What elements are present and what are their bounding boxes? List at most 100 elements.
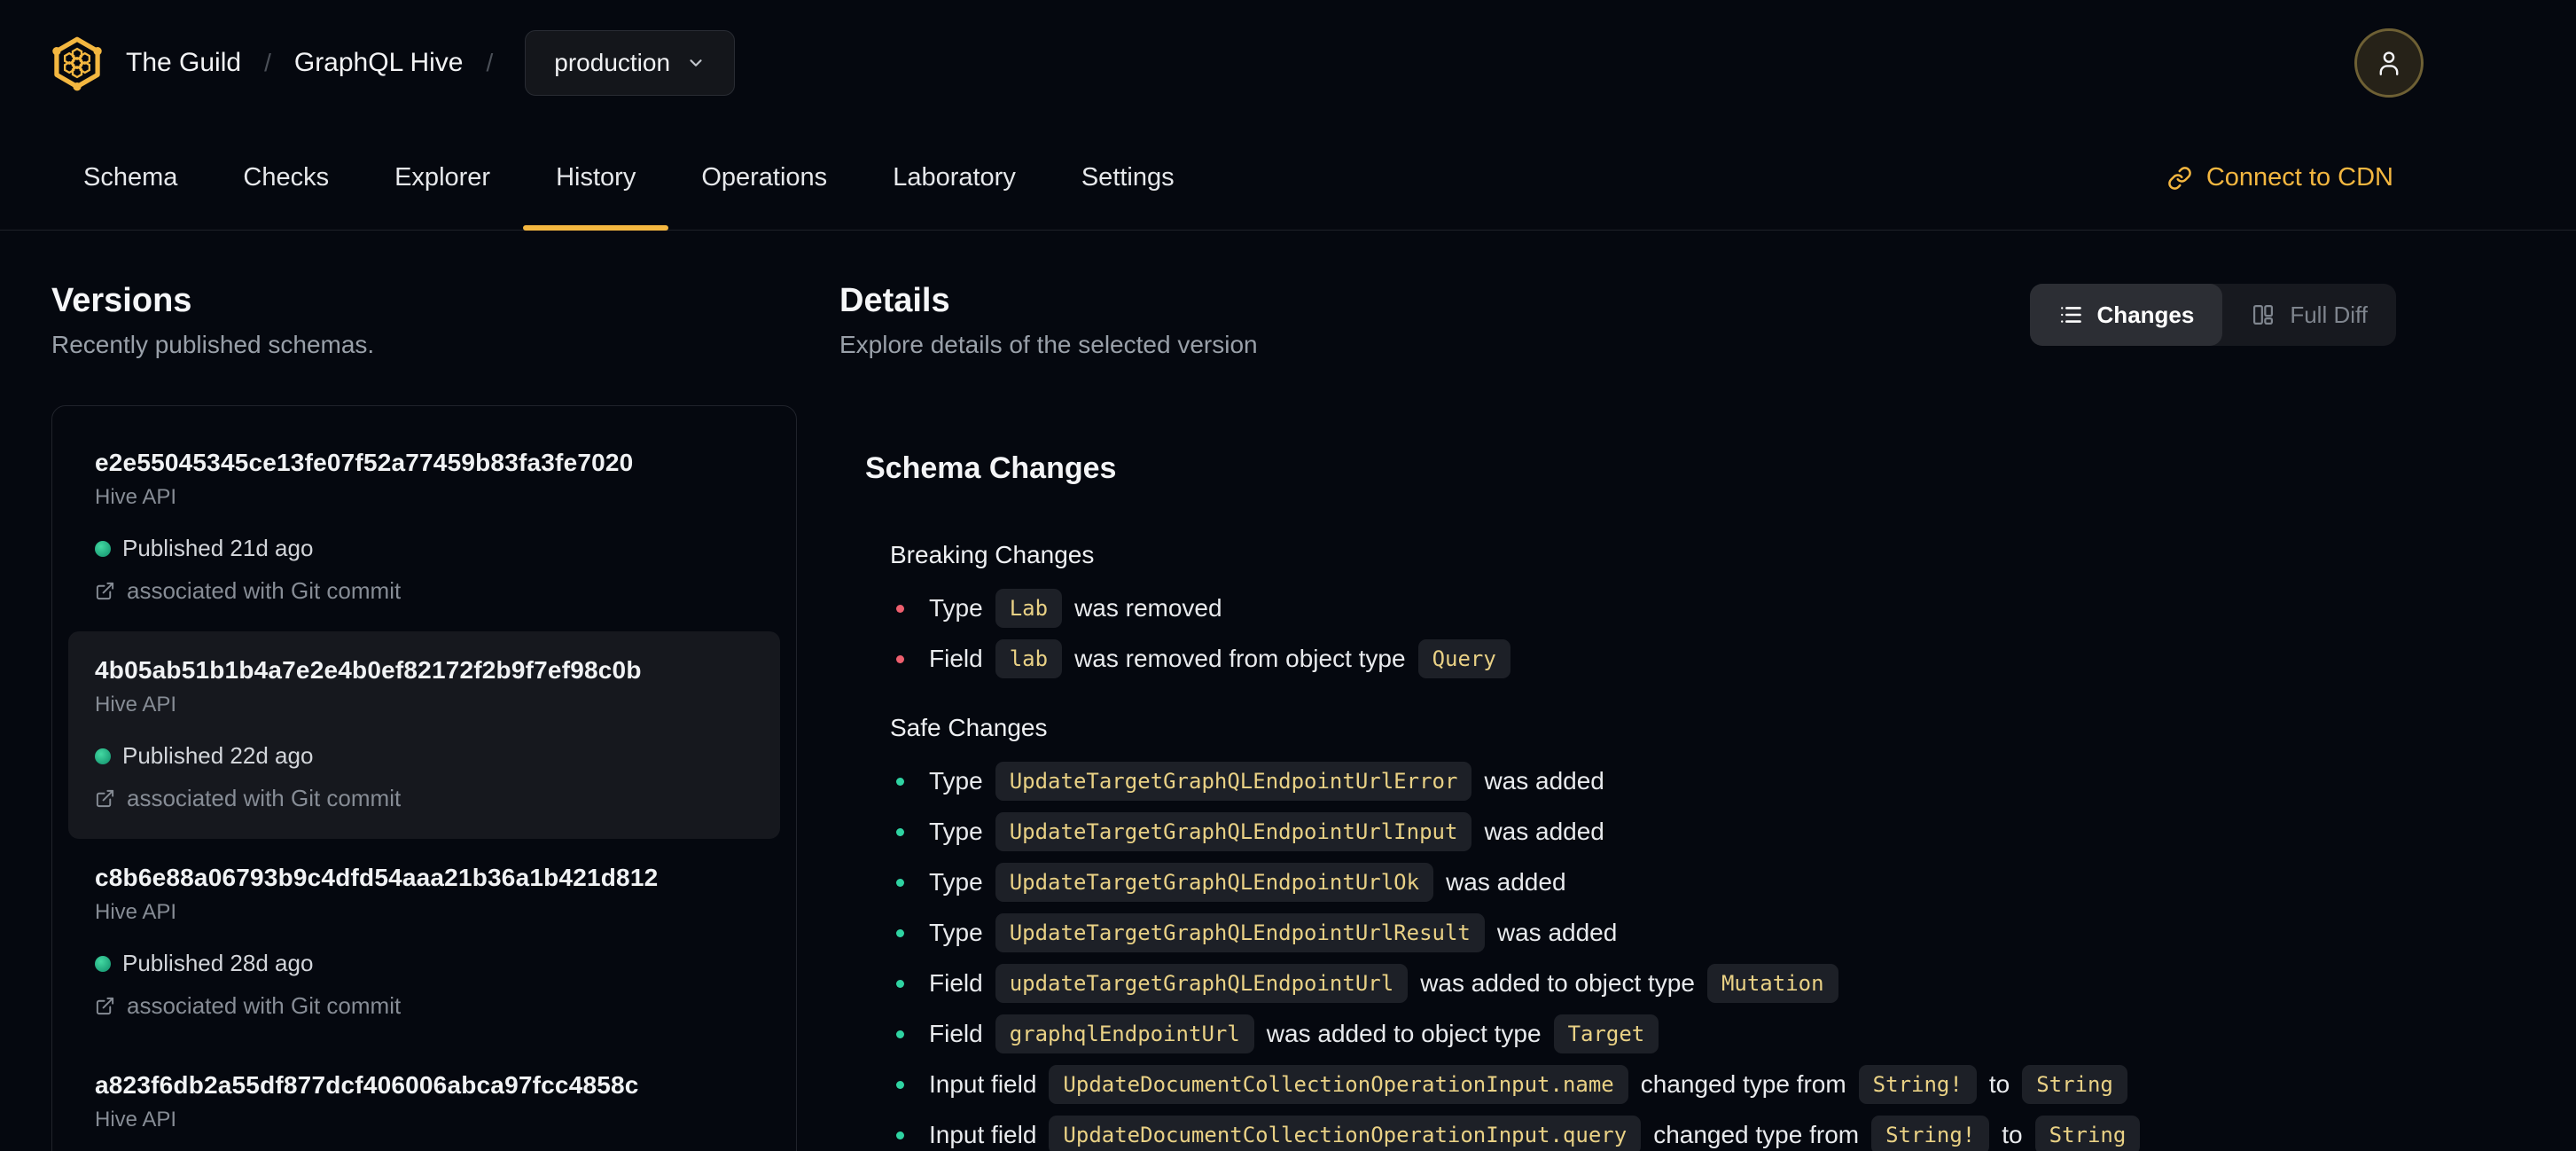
change-item: Type Lab was removed	[890, 589, 2576, 628]
change-text: Field	[929, 969, 983, 997]
code-chip: lab	[995, 639, 1063, 678]
change-text: was added	[1484, 767, 1604, 795]
breaking-changes-list: Type Lab was removed Field lab was removed fr…	[890, 589, 2576, 678]
versions-subtitle: Recently published schemas.	[51, 331, 375, 358]
bullet-icon	[896, 777, 904, 786]
code-chip: Mutation	[1706, 964, 1838, 1003]
external-link-icon	[96, 789, 114, 808]
safe-changes-list: Type UpdateTargetGraphQLEndpointUrlError w…	[890, 762, 2576, 1151]
version-item[interactable]: e2e55045345ce13fe07f52a77459b83fa3fe7020…	[68, 424, 780, 631]
code-chip: String	[2034, 1116, 2141, 1151]
full-diff-toggle-button[interactable]: Full Diff	[2222, 284, 2396, 346]
version-item[interactable]: c8b6e88a06793b9c4dfd54aaa21b36a1b421d812…	[68, 839, 780, 1046]
version-status: Published 22d ago	[95, 742, 753, 770]
code-chip: Lab	[995, 589, 1063, 628]
full-diff-toggle-label: Full Diff	[2290, 301, 2368, 328]
change-text: was added	[1446, 868, 1566, 896]
git-commit-link[interactable]: associated with Git commit	[95, 992, 753, 1020]
change-text: Type	[929, 868, 983, 896]
code-chip: UpdateDocumentCollectionOperationInput.n…	[1049, 1065, 1628, 1104]
versions-title: Versions	[51, 282, 192, 319]
change-text: was removed from object type	[1074, 645, 1406, 672]
details-title: Details	[839, 282, 950, 319]
published-status-dot	[95, 748, 111, 764]
external-link-icon	[96, 582, 114, 600]
git-commit-text: associated with Git commit	[127, 785, 402, 811]
bullet-icon	[896, 878, 904, 887]
change-text: changed type from	[1640, 1070, 1846, 1098]
published-status-dot	[95, 540, 111, 557]
tab-history[interactable]: History	[523, 126, 669, 231]
code-chip: UpdateTargetGraphQLEndpointUrlOk	[995, 863, 1434, 902]
change-text: to	[2002, 1121, 2023, 1148]
bullet-icon	[896, 604, 904, 613]
brand-row: The Guild / GraphQL Hive / production	[0, 0, 2576, 126]
changes-toggle-label: Changes	[2096, 301, 2195, 328]
code-chip: Target	[1553, 1014, 1659, 1053]
change-text: was added to object type	[1266, 1020, 1542, 1047]
target-select-value: production	[554, 49, 671, 76]
bullet-icon	[896, 1131, 904, 1139]
tab-explorer[interactable]: Explorer	[362, 126, 523, 230]
code-chip: UpdateTargetGraphQLEndpointUrlError	[995, 762, 1472, 801]
change-text: Field	[929, 1020, 983, 1047]
tab-settings[interactable]: Settings	[1049, 126, 1207, 230]
breadcrumb-separator: /	[486, 49, 494, 76]
tab-laboratory[interactable]: Laboratory	[860, 126, 1049, 230]
change-item: Input field UpdateDocumentCollectionOpera…	[890, 1116, 2576, 1151]
version-status: Published 21d ago	[95, 535, 753, 562]
target-select[interactable]: production	[525, 30, 736, 96]
project-link[interactable]: GraphQL Hive	[294, 48, 464, 78]
changes-toggle-button[interactable]: Changes	[2029, 284, 2223, 346]
git-commit-link[interactable]: associated with Git commit	[95, 785, 753, 812]
change-text: Type	[929, 594, 983, 622]
list-icon	[2060, 307, 2081, 323]
git-commit-text: associated with Git commit	[127, 992, 402, 1019]
bullet-icon	[896, 827, 904, 836]
change-text: Input field	[929, 1121, 1037, 1148]
change-text: to	[1988, 1070, 2010, 1098]
user-menu-button[interactable]	[2354, 28, 2424, 98]
connect-to-cdn-label: Connect to CDN	[2205, 163, 2393, 192]
versions-list: e2e55045345ce13fe07f52a77459b83fa3fe7020…	[51, 405, 797, 1151]
bullet-icon	[896, 1030, 904, 1038]
version-item[interactable]: a823f6db2a55df877dcf406006abca97fcc4858c…	[68, 1046, 780, 1151]
change-text: Type	[929, 919, 983, 946]
version-hash: e2e55045345ce13fe07f52a77459b83fa3fe7020	[95, 449, 634, 476]
connect-to-cdn-link[interactable]: Connect to CDN	[2167, 163, 2393, 192]
change-text: Type	[929, 818, 983, 845]
primary-nav-tabs: Schema Checks Explorer History Operations Lab…	[51, 126, 1207, 231]
published-text: Published 21d ago	[122, 535, 314, 561]
details-subtitle: Explore details of the selected version	[839, 331, 1258, 358]
link-icon	[2168, 166, 2191, 190]
bullet-icon	[896, 654, 904, 663]
code-chip: graphqlEndpointUrl	[995, 1014, 1254, 1053]
tab-operations[interactable]: Operations	[668, 126, 860, 230]
change-text: was added	[1496, 919, 1618, 946]
columns-icon	[2253, 304, 2274, 325]
published-status-dot	[95, 955, 111, 972]
change-text: changed type from	[1653, 1121, 1860, 1148]
external-link-icon	[96, 997, 114, 1015]
tab-schema[interactable]: Schema	[51, 126, 210, 230]
schema-changes-section: Schema Changes Breaking Changes Type Lab w…	[865, 451, 2576, 1151]
change-text: was added to object type	[1420, 969, 1695, 997]
version-item[interactable]: 4b05ab51b1b4a7e2e4b0ef82172f2b9f7ef98c0b…	[68, 631, 780, 839]
code-chip: UpdateTargetGraphQLEndpointUrlResult	[995, 913, 1485, 952]
change-item: Type UpdateTargetGraphQLEndpointUrlError w…	[890, 762, 2576, 801]
version-service: Hive API	[95, 900, 177, 924]
change-item: Type UpdateTargetGraphQLEndpointUrlOk was …	[890, 863, 2576, 902]
hive-logo[interactable]	[51, 35, 103, 91]
git-commit-text: associated with Git commit	[127, 577, 402, 604]
org-link[interactable]: The Guild	[126, 48, 241, 78]
published-text: Published 28d ago	[122, 950, 314, 976]
primary-nav: Schema Checks Explorer History Operations Lab…	[0, 126, 2576, 231]
version-hash: c8b6e88a06793b9c4dfd54aaa21b36a1b421d812	[95, 864, 659, 891]
change-item: Field graphqlEndpointUrl was added to obje…	[890, 1014, 2576, 1053]
code-chip: UpdateDocumentCollectionOperationInput.q…	[1049, 1116, 1642, 1151]
tab-checks[interactable]: Checks	[210, 126, 362, 230]
git-commit-link[interactable]: associated with Git commit	[95, 577, 753, 605]
version-hash: 4b05ab51b1b4a7e2e4b0ef82172f2b9f7ef98c0b	[95, 656, 642, 684]
main-content: Versions Recently published schemas. e2e…	[0, 231, 2576, 1151]
safe-changes-heading: Safe Changes	[890, 714, 1048, 741]
